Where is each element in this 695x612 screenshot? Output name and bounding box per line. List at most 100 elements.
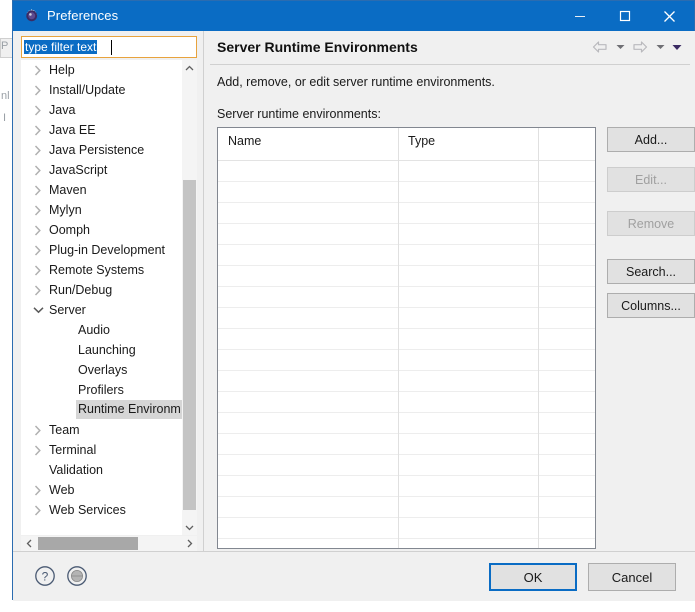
tree-item-run-debug[interactable]: Run/Debug [21,280,197,300]
chevron-left-icon[interactable] [21,536,37,551]
preferences-tree[interactable]: Help Install/Update Java Java EE Java Persis… [21,60,197,535]
tree-item-team[interactable]: Team [21,420,197,440]
tree-item-web[interactable]: Web [21,480,197,500]
text-caret [111,40,112,55]
preferences-dialog: Preferences type filter text Help Install… [12,0,695,601]
tree-item-label: Validation [49,463,103,477]
tree-item-mylyn[interactable]: Mylyn [21,200,197,220]
forward-arrow-icon[interactable] [630,38,650,56]
dialog-body: type filter text Help Install/Update Java J… [13,31,695,551]
chevron-right-icon[interactable] [31,420,45,440]
header-divider [210,64,690,65]
chevron-right-icon[interactable] [31,220,45,240]
tree-item-web-services[interactable]: Web Services [21,500,197,520]
tree-item-label: Overlays [78,363,128,377]
search-button[interactable]: Search... [607,259,695,284]
maximize-icon[interactable] [602,1,647,31]
chevron-right-icon[interactable] [31,440,45,460]
chevron-right-icon[interactable] [31,80,45,100]
question-mark-icon[interactable]: ? [33,564,57,588]
chevron-down-icon[interactable] [31,300,45,320]
add-button[interactable]: Add... [607,127,695,152]
tree-item-label: Run/Debug [49,283,113,297]
tree-item-label: Java EE [49,123,96,137]
tree-item-oomph[interactable]: Oomph [21,220,197,240]
tree-item-label: Java Persistence [49,143,145,157]
tree-item-label: Audio [78,323,110,337]
edit-button: Edit... [607,167,695,192]
view-menu-caret-down-filled-icon[interactable] [670,38,684,56]
search-input[interactable]: type filter text [21,36,197,58]
chevron-right-icon[interactable] [31,180,45,200]
chevron-right-icon[interactable] [31,60,45,80]
tree-item-plug-in-development[interactable]: Plug-in Development [21,240,197,260]
tree-item-runtime-environm[interactable]: Runtime Environm [21,400,197,420]
chevron-right-icon[interactable] [31,280,45,300]
columns-button[interactable]: Columns... [607,293,695,318]
tree-item-launching[interactable]: Launching [21,340,197,360]
column-header-name[interactable]: Name [228,134,261,148]
chevron-right-icon[interactable] [31,200,45,220]
tree-item-label: Remote Systems [49,263,145,277]
forward-menu-caret-down-icon[interactable] [653,38,667,56]
tree-item-label: Team [49,423,80,437]
filter-input-value: type filter text [24,40,98,54]
chevron-down-icon[interactable] [182,519,197,535]
tree-item-audio[interactable]: Audio [21,320,197,340]
ok-button[interactable]: OK [489,563,577,591]
chevron-right-icon[interactable] [31,480,45,500]
tree-item-java[interactable]: Java [21,100,197,120]
tree-item-javascript[interactable]: JavaScript [21,160,197,180]
column-divider-2[interactable] [538,128,539,548]
chevron-right-icon[interactable] [31,100,45,120]
tree-item-validation[interactable]: Validation [21,460,197,480]
tree-item-label: Oomph [49,223,90,237]
column-header-type[interactable]: Type [408,134,435,148]
back-menu-caret-down-icon[interactable] [613,38,627,56]
tree-item-install-update[interactable]: Install/Update [21,80,197,100]
tree-item-help[interactable]: Help [21,60,197,80]
tree-vertical-scrollbar[interactable] [182,60,197,535]
tree-item-server[interactable]: Server [21,300,197,320]
chevron-right-icon[interactable] [31,260,45,280]
bg-artifact-text-3: I [3,112,7,124]
chevron-right-icon[interactable] [181,536,197,551]
tree-vertical-scroll-thumb[interactable] [183,180,196,510]
preference-page: Server Runtime Environments Add, remove,… [204,31,695,551]
tree-item-label: Install/Update [49,83,126,97]
tree-item-java-ee[interactable]: Java EE [21,120,197,140]
chevron-right-icon[interactable] [31,140,45,160]
tree-item-label: Web Services [49,503,126,517]
tree-item-maven[interactable]: Maven [21,180,197,200]
circle-icon[interactable] [65,564,89,588]
svg-text:?: ? [42,570,49,584]
column-divider-1[interactable] [398,128,399,548]
table-label: Server runtime environments: [217,107,381,121]
back-arrow-icon[interactable] [590,38,610,56]
tree-item-overlays[interactable]: Overlays [21,360,197,380]
tree-item-profilers[interactable]: Profilers [21,380,197,400]
runtime-environments-table[interactable]: Name Type [217,127,596,549]
tree-item-label: Profilers [78,383,124,397]
chevron-right-icon[interactable] [31,120,45,140]
tree-horizontal-scroll-thumb[interactable] [38,537,138,550]
remove-button: Remove [607,211,695,236]
tree-item-label: Maven [49,183,87,197]
minimize-icon[interactable] [557,1,602,31]
tree-item-remote-systems[interactable]: Remote Systems [21,260,197,280]
page-description: Add, remove, or edit server runtime envi… [217,75,495,89]
tree-item-label: Plug-in Development [49,243,166,257]
chevron-right-icon[interactable] [31,500,45,520]
bg-artifact-text-2: nl [1,90,10,102]
window-title: Preferences [47,8,119,23]
tree-item-java-persistence[interactable]: Java Persistence [21,140,197,160]
chevron-right-icon[interactable] [31,160,45,180]
close-icon[interactable] [647,1,692,31]
chevron-right-icon[interactable] [31,240,45,260]
tree-item-label: Server [49,303,86,317]
tree-horizontal-scrollbar[interactable] [21,536,197,551]
tree-item-label: Help [49,63,75,77]
chevron-up-icon[interactable] [182,60,197,76]
tree-item-terminal[interactable]: Terminal [21,440,197,460]
cancel-button[interactable]: Cancel [588,563,676,591]
